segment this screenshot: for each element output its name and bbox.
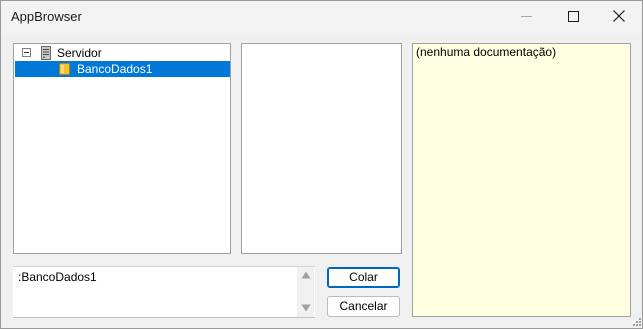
maximize-icon [568,11,579,22]
members-list[interactable] [241,43,402,254]
resize-grip-icon[interactable] [630,315,642,327]
app-browser-window: AppBrowser Servidor BancoDados1 (nenhuma… [0,0,643,329]
tree-item-servidor[interactable]: Servidor [14,45,230,61]
expression-scrollbar[interactable] [297,267,314,317]
tree-item-label: BancoDados1 [77,62,153,76]
collapse-toggle-icon[interactable] [22,48,31,57]
database-icon [59,63,70,75]
documentation-text: (nenhuma documentação) [416,45,557,59]
server-icon [41,46,51,60]
tree-item-label: Servidor [57,46,102,60]
paste-button[interactable]: Colar [327,267,400,288]
cancel-button[interactable]: Cancelar [327,296,400,317]
expression-field[interactable]: :BancoDados1 [13,266,315,318]
close-button[interactable] [596,1,642,33]
scroll-up-icon[interactable] [301,271,311,279]
minimize-button[interactable] [504,1,550,33]
maximize-button[interactable] [550,1,596,33]
object-tree[interactable]: Servidor BancoDados1 [13,43,231,254]
minimize-icon [521,16,532,17]
tree-item-bancodados1[interactable]: BancoDados1 [15,61,230,77]
close-icon [613,10,625,22]
scroll-down-icon[interactable] [301,304,311,312]
documentation-panel: (nenhuma documentação) [412,43,631,317]
window-title: AppBrowser [11,9,82,24]
expression-value: :BancoDados1 [18,270,97,284]
title-bar[interactable]: AppBrowser [1,1,642,33]
